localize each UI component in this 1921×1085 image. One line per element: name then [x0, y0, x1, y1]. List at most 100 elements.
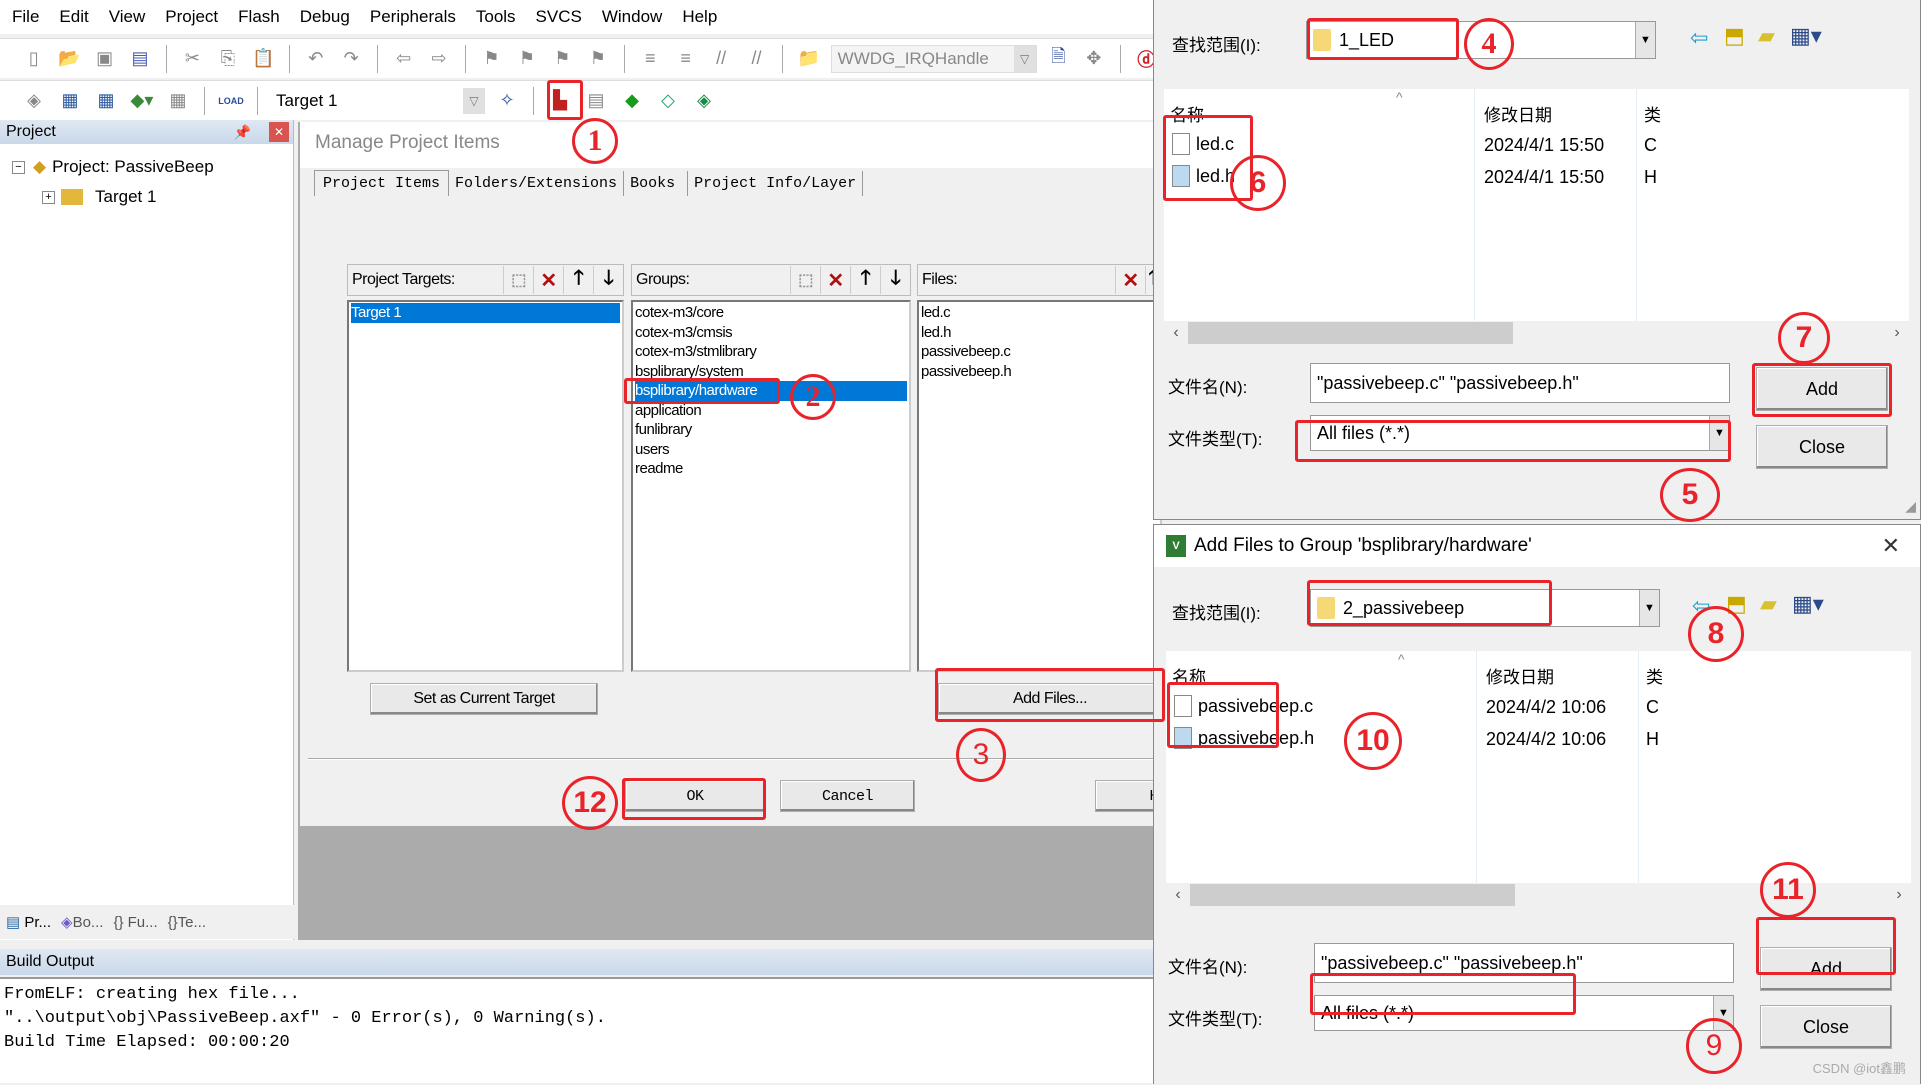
- list-item-group[interactable]: cotex-m3/stmlibrary: [635, 342, 907, 362]
- move-down-icon[interactable]: 🡓: [593, 266, 623, 294]
- file-list-view[interactable]: ^ 名称 修改日期 类 led.c 2024/4/1 15:50 C led.h…: [1164, 89, 1909, 345]
- close-icon[interactable]: ✕: [1882, 533, 1900, 559]
- view-menu-icon[interactable]: ▦▾: [1792, 591, 1824, 617]
- list-item-file[interactable]: led.h: [921, 323, 1158, 343]
- menu-svcs[interactable]: SVCS: [536, 7, 582, 27]
- list-item-group[interactable]: users: [635, 440, 907, 460]
- groups-list[interactable]: cotex-m3/core cotex-m3/cmsis cotex-m3/st…: [631, 300, 911, 672]
- tree-node-project[interactable]: − ◆ Project: PassiveBeep: [12, 152, 293, 182]
- move-up-icon[interactable]: 🡑: [563, 266, 593, 294]
- scroll-right-icon[interactable]: ›: [1887, 886, 1911, 904]
- stop-build-icon[interactable]: ▦: [164, 87, 192, 115]
- menu-peripherals[interactable]: Peripherals: [370, 7, 456, 27]
- rebuild-icon[interactable]: ▦: [92, 87, 120, 115]
- cancel-button[interactable]: Cancel: [780, 780, 915, 812]
- list-item-group[interactable]: cotex-m3/cmsis: [635, 323, 907, 343]
- menu-help[interactable]: Help: [682, 7, 717, 27]
- close-button[interactable]: Close: [1756, 425, 1888, 469]
- column-type[interactable]: 类: [1644, 101, 1661, 126]
- comment-icon[interactable]: //: [707, 45, 734, 73]
- move-up-icon[interactable]: 🡑: [850, 266, 880, 294]
- dropdown-arrow-icon[interactable]: ▼: [1635, 22, 1655, 58]
- collapse-icon[interactable]: −: [12, 160, 25, 174]
- list-item-group[interactable]: readme: [635, 459, 907, 479]
- close-button[interactable]: Close: [1760, 1005, 1892, 1049]
- copy-icon[interactable]: ⎘: [214, 45, 241, 73]
- resize-grip-icon[interactable]: ◢: [1905, 498, 1916, 515]
- build-icon[interactable]: ▦: [56, 87, 84, 115]
- scroll-thumb[interactable]: [1188, 322, 1513, 344]
- files-list[interactable]: led.c led.h passivebeep.c passivebeep.h: [917, 300, 1162, 672]
- list-item-file[interactable]: passivebeep.c: [921, 342, 1158, 362]
- tab-books[interactable]: ◈Bo...: [61, 913, 103, 931]
- dropdown-arrow-icon[interactable]: ▼: [1639, 590, 1659, 626]
- set-as-current-target-button[interactable]: Set as Current Target: [370, 683, 598, 715]
- find-in-files-icon[interactable]: 📁: [795, 45, 822, 73]
- new-file-icon[interactable]: ▯: [20, 45, 47, 73]
- scroll-left-icon[interactable]: ‹: [1164, 324, 1188, 342]
- view-menu-icon[interactable]: ▦▾: [1790, 23, 1822, 49]
- tab-folders-extensions[interactable]: Folders/Extensions: [449, 171, 625, 196]
- up-folder-icon[interactable]: ⬒: [1724, 23, 1745, 49]
- target-options-icon[interactable]: ✧: [493, 87, 521, 115]
- menu-window[interactable]: Window: [602, 7, 662, 27]
- translate-icon[interactable]: ◈: [20, 87, 48, 115]
- load-icon[interactable]: LOAD: [217, 87, 245, 115]
- new-target-icon[interactable]: ⬚: [503, 266, 533, 294]
- list-item-file[interactable]: passivebeep.h: [921, 362, 1158, 382]
- list-item-target[interactable]: Target 1: [351, 303, 620, 323]
- scroll-left-icon[interactable]: ‹: [1166, 886, 1190, 904]
- tree-node-target[interactable]: + Target 1: [12, 182, 293, 212]
- new-folder-icon[interactable]: ▰: [1760, 591, 1777, 617]
- target-combo[interactable]: Target 1 ▽: [270, 86, 485, 115]
- delete-target-icon[interactable]: ✕: [533, 266, 563, 294]
- pin-icon[interactable]: 📌: [234, 124, 251, 141]
- new-group-icon[interactable]: ⬚: [790, 266, 820, 294]
- move-down-icon[interactable]: 🡓: [880, 266, 910, 294]
- pack-installer-icon[interactable]: ◆: [618, 87, 646, 115]
- menu-debug[interactable]: Debug: [300, 7, 350, 27]
- tab-project-info-layer[interactable]: Project Info/Layer: [688, 171, 864, 196]
- tab-functions[interactable]: {} Fu...: [113, 914, 157, 931]
- batch-build-icon[interactable]: ◆▾: [128, 87, 156, 115]
- bookmark-icon[interactable]: ⚑: [478, 45, 505, 73]
- expand-icon[interactable]: +: [42, 190, 55, 204]
- find-icon[interactable]: 🗎: [1045, 45, 1072, 73]
- list-item-file[interactable]: led.c: [921, 303, 1158, 323]
- bookmark-prev-icon[interactable]: ⚑: [513, 45, 540, 73]
- menu-flash[interactable]: Flash: [238, 7, 280, 27]
- indent-icon[interactable]: ≡: [636, 45, 663, 73]
- uncomment-icon[interactable]: //: [743, 45, 770, 73]
- manage-rte-icon[interactable]: ◈: [690, 87, 718, 115]
- unindent-icon[interactable]: ≡: [672, 45, 699, 73]
- tab-project-items[interactable]: Project Items: [314, 170, 450, 196]
- undo-icon[interactable]: ↶: [302, 45, 329, 73]
- redo-icon[interactable]: ↷: [337, 45, 364, 73]
- delete-group-icon[interactable]: ✕: [820, 266, 850, 294]
- menu-view[interactable]: View: [109, 7, 146, 27]
- tab-books[interactable]: Books: [624, 171, 689, 196]
- bookmark-next-icon[interactable]: ⚑: [549, 45, 576, 73]
- chevron-down-icon[interactable]: ▽: [463, 87, 485, 114]
- menu-project[interactable]: Project: [165, 7, 218, 27]
- nav-forward-icon[interactable]: ⇨: [425, 45, 452, 73]
- close-icon[interactable]: ✕: [269, 122, 289, 142]
- open-folder-icon[interactable]: 📂: [55, 45, 82, 73]
- tab-project[interactable]: ▤ Pr...: [6, 913, 51, 931]
- column-type[interactable]: 类: [1646, 663, 1663, 688]
- back-icon[interactable]: ⇦: [1690, 25, 1708, 51]
- scroll-right-icon[interactable]: ›: [1885, 324, 1909, 342]
- delete-file-icon[interactable]: ✕: [1115, 266, 1145, 294]
- manage-multi-project-icon[interactable]: ▤: [582, 87, 610, 115]
- chevron-down-icon[interactable]: ▽: [1013, 45, 1036, 72]
- nav-back-icon[interactable]: ⇦: [390, 45, 417, 73]
- select-packs-icon[interactable]: ◇: [654, 87, 682, 115]
- column-date[interactable]: 修改日期: [1486, 663, 1554, 688]
- scroll-thumb[interactable]: [1190, 884, 1515, 906]
- filename-input[interactable]: "passivebeep.c" "passivebeep.h": [1310, 363, 1730, 403]
- list-item-group[interactable]: cotex-m3/core: [635, 303, 907, 323]
- save-all-icon[interactable]: ▤: [126, 45, 153, 73]
- debug-session-icon[interactable]: ✥: [1080, 45, 1107, 73]
- menu-tools[interactable]: Tools: [476, 7, 516, 27]
- bookmark-clear-icon[interactable]: ⚑: [584, 45, 611, 73]
